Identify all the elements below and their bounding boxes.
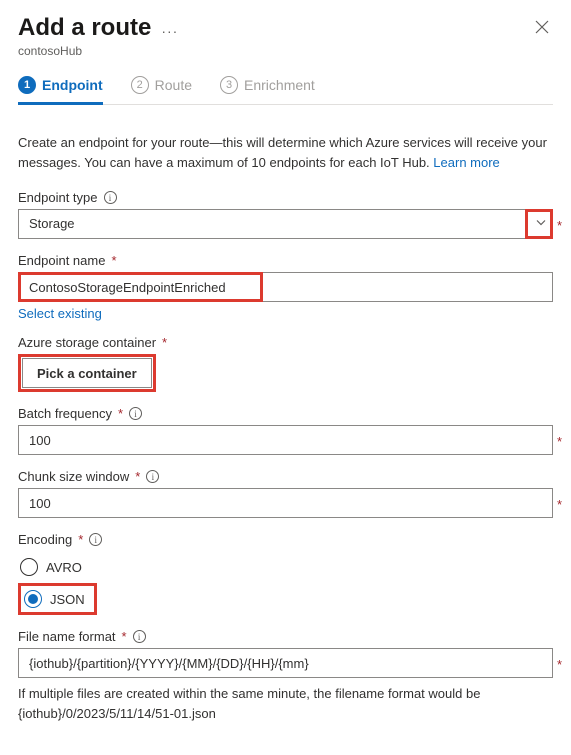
highlight-box: JSON — [18, 583, 97, 615]
encoding-label: Encoding — [18, 532, 72, 547]
required-indicator: * — [557, 434, 562, 449]
intro-text: Create an endpoint for your route—this w… — [18, 133, 553, 172]
required-indicator: * — [122, 629, 127, 644]
required-indicator: * — [135, 469, 140, 484]
tab-label: Enrichment — [244, 77, 315, 93]
chunk-size-label: Chunk size window — [18, 469, 129, 484]
encoding-option-avro[interactable]: AVRO — [18, 553, 84, 581]
batch-frequency-label: Batch frequency — [18, 406, 112, 421]
info-icon[interactable]: i — [89, 533, 102, 546]
info-icon[interactable]: i — [133, 630, 146, 643]
step-number: 1 — [18, 76, 36, 94]
learn-more-link[interactable]: Learn more — [433, 155, 499, 170]
radio-icon — [20, 558, 38, 576]
wizard-tabs: 1 Endpoint 2 Route 3 Enrichment — [18, 76, 553, 105]
resource-subtitle: contosoHub — [18, 44, 531, 58]
endpoint-type-label: Endpoint type — [18, 190, 98, 205]
select-existing-link[interactable]: Select existing — [18, 306, 102, 321]
required-indicator: * — [557, 657, 562, 672]
chunk-size-input[interactable] — [18, 488, 553, 518]
endpoint-name-input[interactable] — [18, 272, 553, 302]
required-indicator: * — [111, 253, 116, 268]
endpoint-type-value: Storage — [18, 209, 553, 239]
tab-enrichment[interactable]: 3 Enrichment — [220, 76, 315, 104]
storage-container-label: Azure storage container — [18, 335, 156, 350]
tab-label: Endpoint — [42, 77, 103, 93]
info-icon[interactable]: i — [129, 407, 142, 420]
pick-container-button[interactable]: Pick a container — [22, 358, 152, 388]
required-indicator: * — [162, 335, 167, 350]
info-icon[interactable]: i — [146, 470, 159, 483]
tab-endpoint[interactable]: 1 Endpoint — [18, 76, 103, 104]
batch-frequency-input[interactable] — [18, 425, 553, 455]
highlight-box: Pick a container — [18, 354, 156, 392]
close-icon — [535, 20, 549, 34]
radio-label: AVRO — [46, 560, 82, 575]
endpoint-name-label: Endpoint name — [18, 253, 105, 268]
encoding-option-json[interactable]: JSON — [22, 587, 93, 611]
filename-format-hint: If multiple files are created within the… — [18, 684, 553, 723]
step-number: 2 — [131, 76, 149, 94]
tab-route[interactable]: 2 Route — [131, 76, 192, 104]
filename-format-input[interactable] — [18, 648, 553, 678]
required-indicator: * — [118, 406, 123, 421]
page-title: Add a route — [18, 14, 151, 42]
close-button[interactable] — [531, 14, 553, 43]
endpoint-type-select[interactable]: Storage — [18, 209, 553, 239]
required-indicator: * — [557, 218, 562, 233]
required-indicator: * — [557, 497, 562, 512]
radio-label: JSON — [50, 592, 85, 607]
required-indicator: * — [78, 532, 83, 547]
tab-label: Route — [155, 77, 192, 93]
more-icon[interactable]: ··· — [161, 17, 178, 39]
filename-format-label: File name format — [18, 629, 116, 644]
radio-icon — [24, 590, 42, 608]
step-number: 3 — [220, 76, 238, 94]
info-icon[interactable]: i — [104, 191, 117, 204]
